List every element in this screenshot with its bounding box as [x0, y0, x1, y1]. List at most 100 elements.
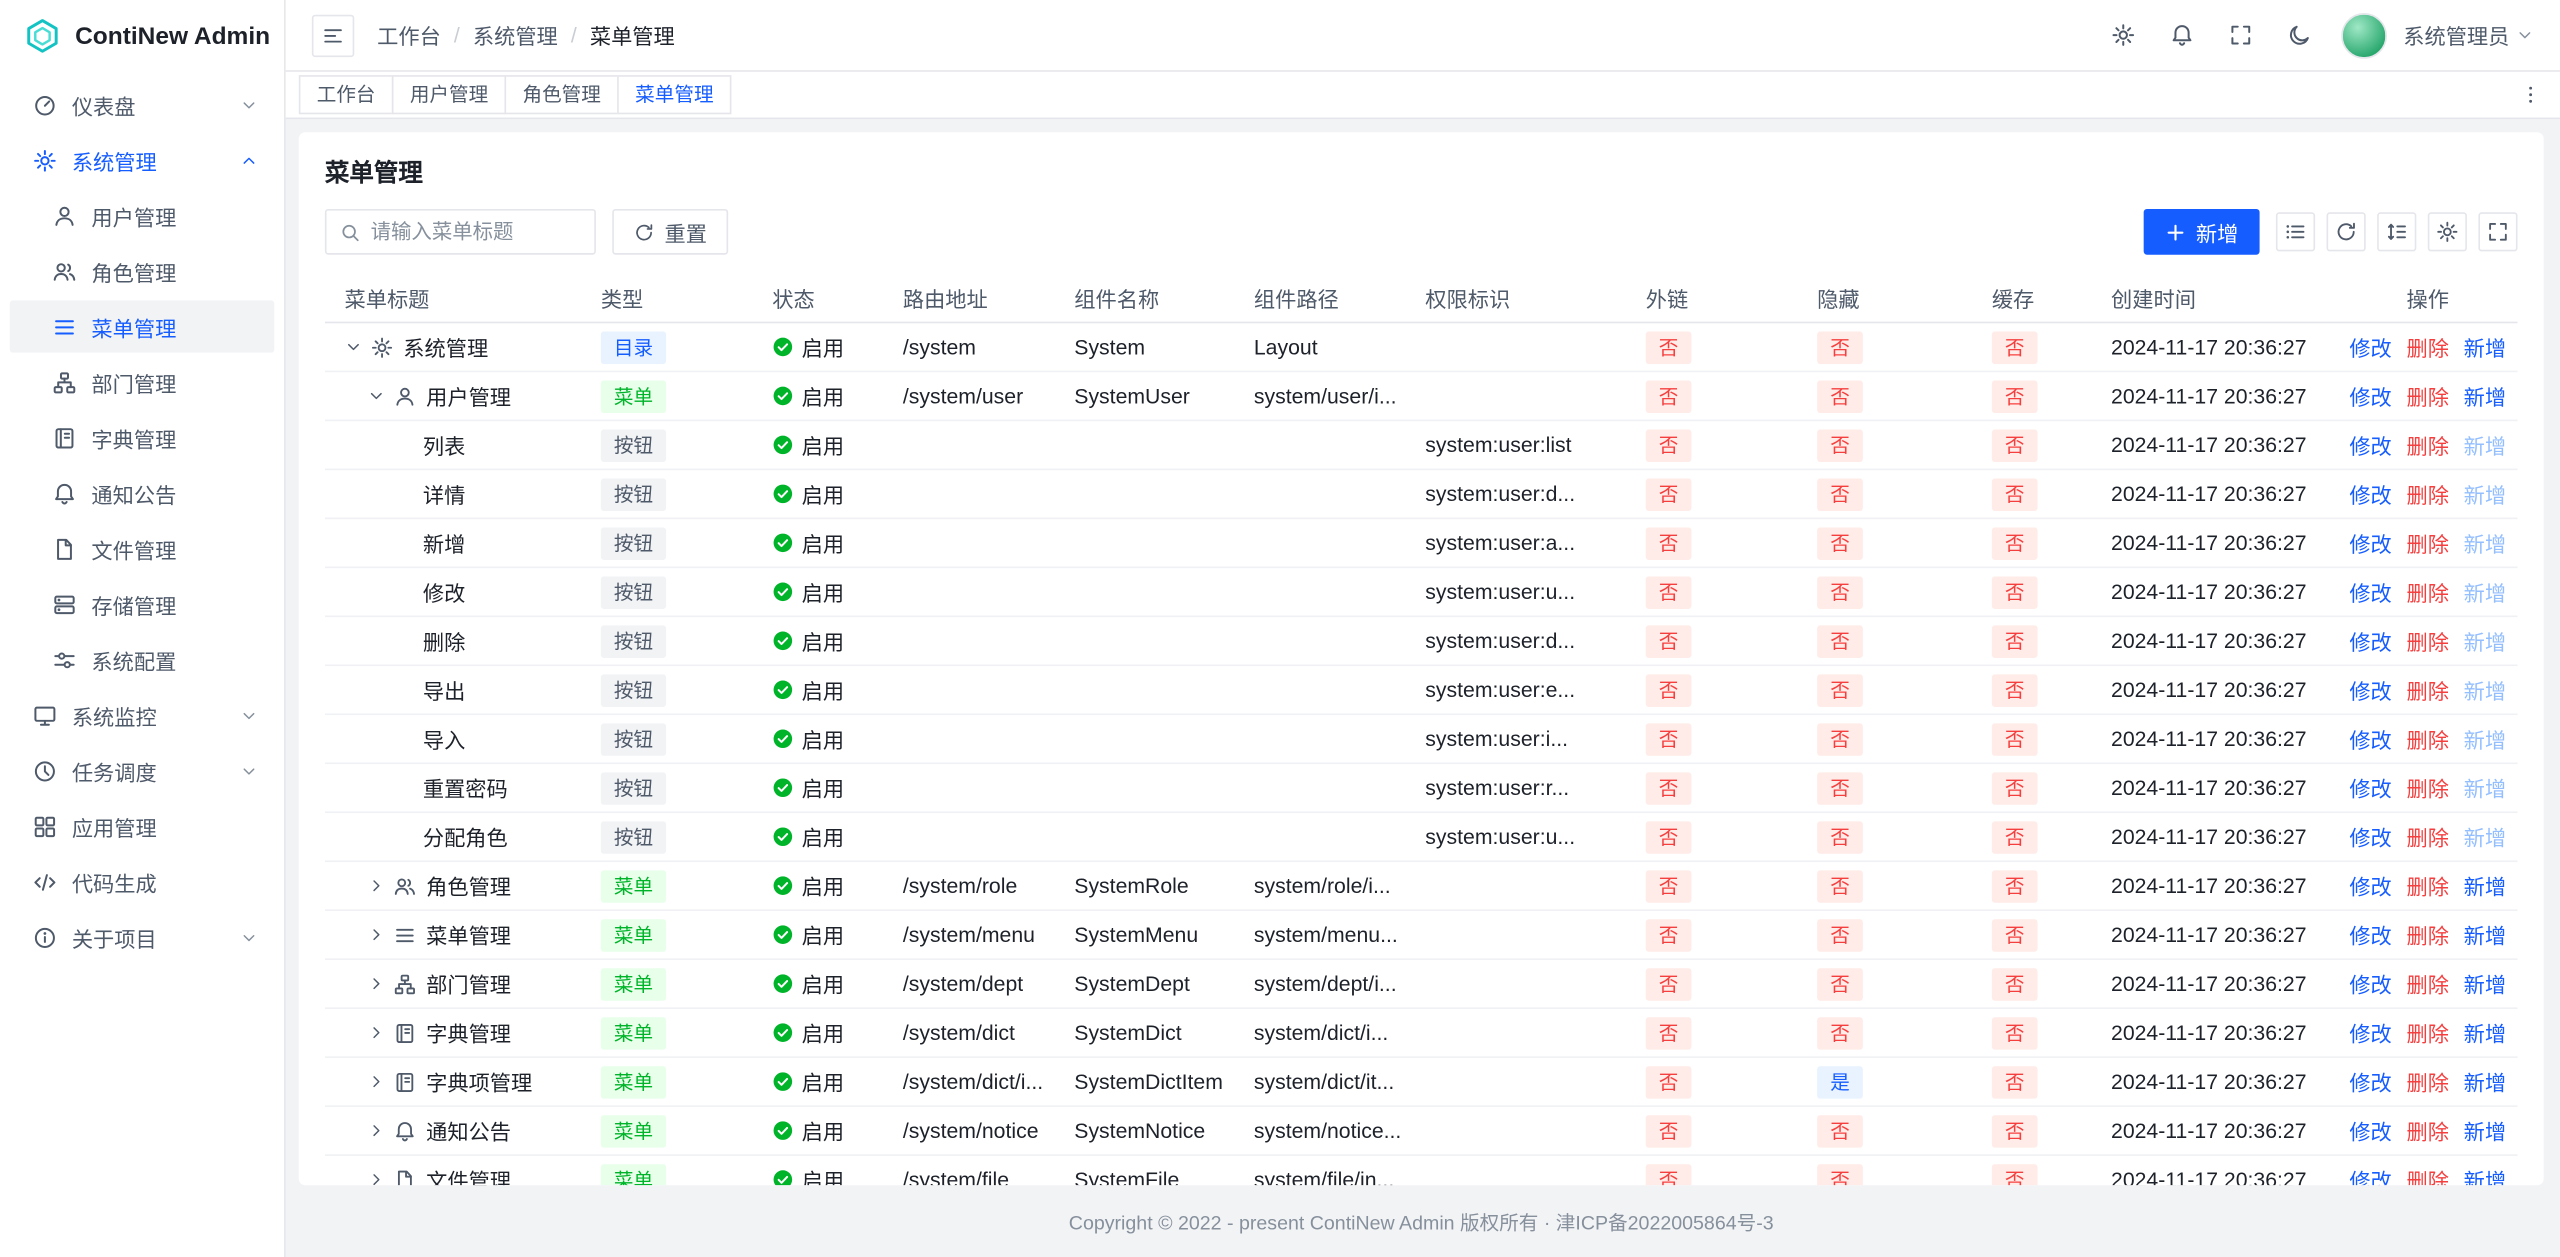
- edit-link[interactable]: 修改: [2349, 1017, 2391, 1048]
- edit-link[interactable]: 修改: [2349, 723, 2391, 754]
- add-link[interactable]: 新增: [2464, 1115, 2506, 1146]
- avatar[interactable]: [2341, 12, 2387, 58]
- add-link[interactable]: 新增: [2464, 478, 2506, 509]
- delete-link[interactable]: 删除: [2407, 772, 2449, 803]
- row-expand-icon[interactable]: [344, 338, 362, 356]
- edit-link[interactable]: 修改: [2349, 429, 2391, 460]
- add-link[interactable]: 新增: [2464, 968, 2506, 999]
- edit-link[interactable]: 修改: [2349, 870, 2391, 901]
- sidebar-item-codegen[interactable]: 代码生成: [10, 856, 274, 908]
- add-link[interactable]: 新增: [2464, 625, 2506, 656]
- edit-link[interactable]: 修改: [2349, 772, 2391, 803]
- delete-link[interactable]: 删除: [2407, 576, 2449, 607]
- delete-link[interactable]: 删除: [2407, 380, 2449, 411]
- sidebar-item-user[interactable]: 用户管理: [10, 189, 274, 241]
- sidebar-item-config[interactable]: 系统配置: [10, 633, 274, 685]
- delete-link[interactable]: 删除: [2407, 1066, 2449, 1097]
- expand-button[interactable]: [2478, 212, 2517, 251]
- tab-菜单管理[interactable]: 菜单管理: [617, 75, 731, 114]
- add-link[interactable]: 新增: [2464, 527, 2506, 558]
- breadcrumb-item[interactable]: 菜单管理: [590, 20, 675, 51]
- add-link[interactable]: 新增: [2464, 870, 2506, 901]
- sidebar-item-file[interactable]: 文件管理: [10, 522, 274, 574]
- sidebar-item-system[interactable]: 系统管理: [10, 134, 274, 186]
- row-expand-icon[interactable]: [367, 1171, 385, 1186]
- row-expand-icon[interactable]: [367, 387, 385, 405]
- edit-link[interactable]: 修改: [2349, 527, 2391, 558]
- collapse-sidebar-button[interactable]: [312, 14, 354, 56]
- delete-link[interactable]: 删除: [2407, 478, 2449, 509]
- sidebar-item-menu[interactable]: 菜单管理: [10, 300, 274, 352]
- delete-link[interactable]: 删除: [2407, 723, 2449, 754]
- delete-link[interactable]: 删除: [2407, 1017, 2449, 1048]
- sidebar-item-about[interactable]: 关于项目: [10, 911, 274, 963]
- edit-link[interactable]: 修改: [2349, 380, 2391, 411]
- sidebar-item-notice[interactable]: 通知公告: [10, 467, 274, 519]
- breadcrumb-item[interactable]: 工作台: [377, 20, 441, 51]
- delete-link[interactable]: 删除: [2407, 870, 2449, 901]
- gear-button[interactable]: [2100, 11, 2149, 60]
- add-link[interactable]: 新增: [2464, 380, 2506, 411]
- edit-link[interactable]: 修改: [2349, 821, 2391, 852]
- tab-options-button[interactable]: [2511, 75, 2550, 114]
- row-expand-icon[interactable]: [367, 926, 385, 944]
- delete-link[interactable]: 删除: [2407, 1164, 2449, 1185]
- add-button[interactable]: 新增: [2144, 209, 2260, 255]
- add-link[interactable]: 新增: [2464, 919, 2506, 950]
- add-link[interactable]: 新增: [2464, 772, 2506, 803]
- edit-link[interactable]: 修改: [2349, 1164, 2391, 1185]
- edit-link[interactable]: 修改: [2349, 674, 2391, 705]
- edit-link[interactable]: 修改: [2349, 625, 2391, 656]
- add-link[interactable]: 新增: [2464, 429, 2506, 460]
- brand-logo[interactable]: ContiNew Admin: [0, 0, 284, 72]
- delete-link[interactable]: 删除: [2407, 674, 2449, 705]
- row-expand-icon[interactable]: [367, 877, 385, 895]
- row-expand-icon[interactable]: [367, 1024, 385, 1042]
- sidebar-item-app[interactable]: 应用管理: [10, 800, 274, 852]
- edit-link[interactable]: 修改: [2349, 919, 2391, 950]
- fullscreen-button[interactable]: [2217, 11, 2266, 60]
- gear-button[interactable]: [2428, 212, 2467, 251]
- delete-link[interactable]: 删除: [2407, 919, 2449, 950]
- delete-link[interactable]: 删除: [2407, 527, 2449, 558]
- tab-工作台[interactable]: 工作台: [299, 75, 394, 114]
- add-link[interactable]: 新增: [2464, 821, 2506, 852]
- delete-link[interactable]: 删除: [2407, 1115, 2449, 1146]
- delete-link[interactable]: 删除: [2407, 821, 2449, 852]
- sidebar-item-dict[interactable]: 字典管理: [10, 411, 274, 463]
- add-link[interactable]: 新增: [2464, 1017, 2506, 1048]
- edit-link[interactable]: 修改: [2349, 1066, 2391, 1097]
- row-expand-icon[interactable]: [367, 975, 385, 993]
- add-link[interactable]: 新增: [2464, 331, 2506, 362]
- add-link[interactable]: 新增: [2464, 1066, 2506, 1097]
- refresh-button[interactable]: [2327, 212, 2366, 251]
- delete-link[interactable]: 删除: [2407, 625, 2449, 656]
- moon-button[interactable]: [2276, 11, 2325, 60]
- line-height-button[interactable]: [2377, 212, 2416, 251]
- edit-link[interactable]: 修改: [2349, 576, 2391, 607]
- tab-角色管理[interactable]: 角色管理: [505, 75, 619, 114]
- sidebar-item-storage[interactable]: 存储管理: [10, 578, 274, 630]
- sidebar-item-monitor[interactable]: 系统监控: [10, 689, 274, 741]
- add-link[interactable]: 新增: [2464, 1164, 2506, 1185]
- sidebar-item-dashboard[interactable]: 仪表盘: [10, 78, 274, 130]
- user-menu[interactable]: 系统管理员: [2403, 20, 2534, 51]
- edit-link[interactable]: 修改: [2349, 478, 2391, 509]
- sidebar-item-schedule[interactable]: 任务调度: [10, 744, 274, 796]
- tab-用户管理[interactable]: 用户管理: [392, 75, 506, 114]
- edit-link[interactable]: 修改: [2349, 1115, 2391, 1146]
- delete-link[interactable]: 删除: [2407, 331, 2449, 362]
- delete-link[interactable]: 删除: [2407, 968, 2449, 999]
- reset-button[interactable]: 重置: [612, 209, 728, 255]
- edit-link[interactable]: 修改: [2349, 968, 2391, 999]
- sidebar-item-dept[interactable]: 部门管理: [10, 356, 274, 408]
- add-link[interactable]: 新增: [2464, 576, 2506, 607]
- row-expand-icon[interactable]: [367, 1073, 385, 1091]
- search-input[interactable]: [371, 220, 582, 243]
- edit-link[interactable]: 修改: [2349, 331, 2391, 362]
- sidebar-item-role[interactable]: 角色管理: [10, 245, 274, 297]
- list-button[interactable]: [2276, 212, 2315, 251]
- breadcrumb-item[interactable]: 系统管理: [473, 20, 558, 51]
- add-link[interactable]: 新增: [2464, 723, 2506, 754]
- delete-link[interactable]: 删除: [2407, 429, 2449, 460]
